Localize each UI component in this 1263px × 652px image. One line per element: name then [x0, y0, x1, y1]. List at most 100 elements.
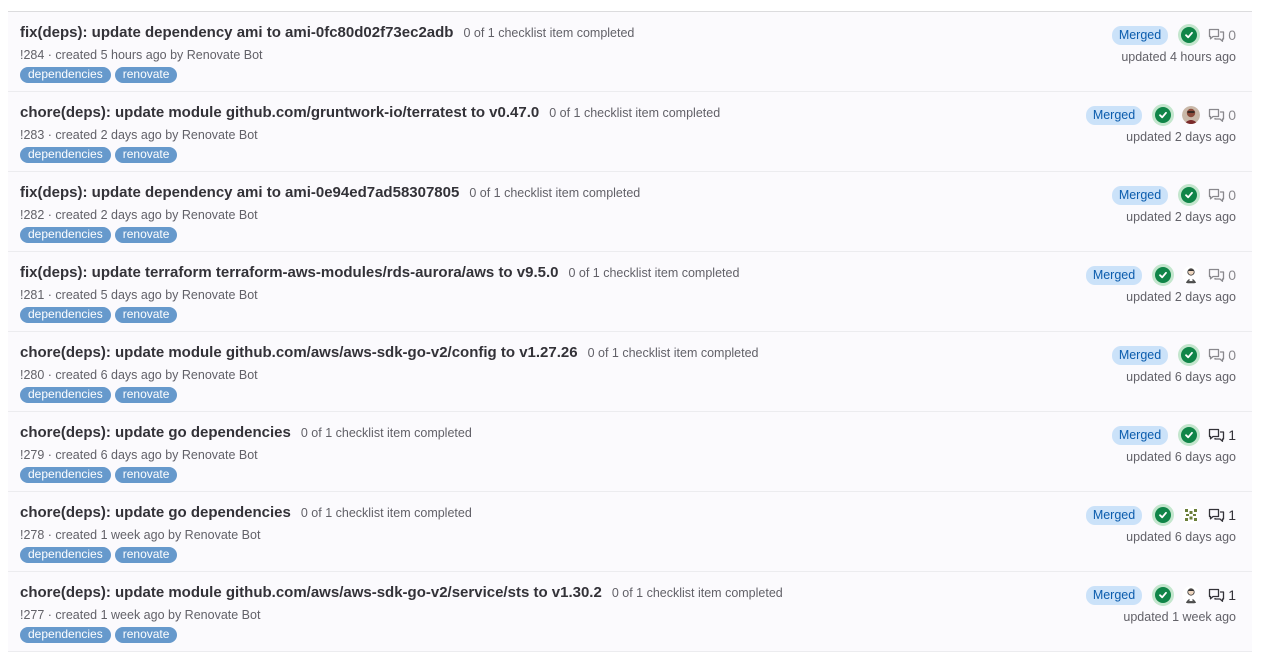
checklist-status: 0 of 1 checklist item completed: [568, 266, 740, 280]
label-renovate[interactable]: renovate: [114, 627, 178, 643]
merge-request-title-link[interactable]: chore(deps): update module github.com/aw…: [20, 584, 602, 601]
title-line: fix(deps): update dependency ami to ami-…: [20, 184, 640, 201]
label-renovate[interactable]: renovate: [114, 147, 178, 163]
label-renovate[interactable]: renovate: [114, 547, 178, 563]
label-dependencies[interactable]: dependencies: [20, 227, 111, 243]
title-line: chore(deps): update module github.com/aw…: [20, 344, 759, 361]
updated-time: updated 4 hours ago: [1121, 50, 1236, 64]
pipeline-passed-icon[interactable]: [1152, 584, 1175, 606]
comments-count-value: 1: [1228, 587, 1236, 603]
merge-request-row: fix(deps): update dependency ami to ami-…: [8, 12, 1252, 92]
comments-count-value: 0: [1228, 107, 1236, 123]
merge-request-title-link[interactable]: fix(deps): update dependency ami to ami-…: [20, 184, 459, 201]
updated-time: updated 6 days ago: [1126, 530, 1236, 544]
comments-count[interactable]: 1: [1208, 587, 1236, 603]
merge-request-title-link[interactable]: fix(deps): update terraform terraform-aw…: [20, 264, 558, 281]
comments-icon: [1208, 108, 1225, 123]
merge-request-list: fix(deps): update dependency ami to ami-…: [8, 11, 1252, 652]
label-dependencies[interactable]: dependencies: [20, 627, 111, 643]
title-line: chore(deps): update go dependencies 0 of …: [20, 424, 472, 441]
merged-status-badge: Merged: [1085, 265, 1143, 285]
merge-request-title-link[interactable]: chore(deps): update module github.com/gr…: [20, 104, 539, 121]
label-renovate[interactable]: renovate: [114, 467, 178, 483]
assignee-avatar[interactable]: [1182, 106, 1201, 124]
comments-icon: [1208, 268, 1225, 283]
updated-time: updated 2 days ago: [1126, 210, 1236, 224]
merge-request-meta: !283 · created 2 days ago by Renovate Bo…: [20, 128, 258, 142]
merge-request-row: chore(deps): update go dependencies 0 of …: [8, 492, 1252, 572]
merge-request-row: fix(deps): update dependency ami to ami-…: [8, 172, 1252, 252]
checklist-status: 0 of 1 checklist item completed: [300, 506, 472, 520]
label-dependencies[interactable]: dependencies: [20, 307, 111, 323]
updated-time: updated 6 days ago: [1126, 370, 1236, 384]
comments-count: 0: [1208, 107, 1236, 123]
comments-icon: [1208, 588, 1225, 603]
pipeline-passed-icon[interactable]: [1152, 504, 1175, 526]
checklist-status: 0 of 1 checklist item completed: [469, 186, 641, 200]
label-renovate[interactable]: renovate: [114, 387, 178, 403]
pipeline-passed-icon[interactable]: [1178, 424, 1201, 446]
merge-request-title-link[interactable]: chore(deps): update go dependencies: [20, 424, 291, 441]
merge-request-row: chore(deps): update module github.com/aw…: [8, 332, 1252, 412]
merged-status-badge: Merged: [1111, 185, 1169, 205]
merge-request-status-area: Merged 0: [1111, 24, 1236, 46]
label-dependencies[interactable]: dependencies: [20, 67, 111, 83]
assignee-avatar[interactable]: [1182, 266, 1201, 284]
comments-icon: [1208, 508, 1225, 523]
labels: dependencies renovate: [20, 467, 178, 483]
label-dependencies[interactable]: dependencies: [20, 467, 111, 483]
comments-count-value: 0: [1228, 187, 1236, 203]
pipeline-passed-icon[interactable]: [1178, 24, 1201, 46]
label-renovate[interactable]: renovate: [114, 67, 178, 83]
title-line: chore(deps): update go dependencies 0 of …: [20, 504, 472, 521]
updated-time: updated 2 days ago: [1126, 130, 1236, 144]
comments-count-value: 0: [1228, 267, 1236, 283]
comments-count: 0: [1208, 347, 1236, 363]
merge-request-title-link[interactable]: fix(deps): update dependency ami to ami-…: [20, 24, 453, 41]
merge-request-meta: !278 · created 1 week ago by Renovate Bo…: [20, 528, 261, 542]
merge-request-title-link[interactable]: chore(deps): update go dependencies: [20, 504, 291, 521]
label-dependencies[interactable]: dependencies: [20, 387, 111, 403]
labels: dependencies renovate: [20, 67, 178, 83]
merged-status-badge: Merged: [1111, 425, 1169, 445]
updated-time: updated 2 days ago: [1126, 290, 1236, 304]
title-line: chore(deps): update module github.com/aw…: [20, 584, 783, 601]
comments-count[interactable]: 1: [1208, 427, 1236, 443]
assignee-avatar[interactable]: [1182, 506, 1201, 524]
pipeline-passed-icon[interactable]: [1152, 104, 1175, 126]
comments-count-value: 1: [1228, 427, 1236, 443]
comments-count-value: 0: [1228, 347, 1236, 363]
labels: dependencies renovate: [20, 147, 178, 163]
checklist-status: 0 of 1 checklist item completed: [463, 26, 635, 40]
pipeline-passed-icon[interactable]: [1178, 344, 1201, 366]
checklist-status: 0 of 1 checklist item completed: [587, 346, 759, 360]
label-renovate[interactable]: renovate: [114, 307, 178, 323]
merge-request-meta: !284 · created 5 hours ago by Renovate B…: [20, 48, 263, 62]
checklist-status: 0 of 1 checklist item completed: [549, 106, 721, 120]
merged-status-badge: Merged: [1085, 105, 1143, 125]
merge-request-meta: !280 · created 6 days ago by Renovate Bo…: [20, 368, 258, 382]
merge-request-row: chore(deps): update go dependencies 0 of …: [8, 412, 1252, 492]
comments-icon: [1208, 28, 1225, 43]
assignee-avatar[interactable]: [1182, 586, 1201, 604]
label-dependencies[interactable]: dependencies: [20, 147, 111, 163]
pipeline-passed-icon[interactable]: [1178, 184, 1201, 206]
pipeline-passed-icon[interactable]: [1152, 264, 1175, 286]
merge-request-meta: !279 · created 6 days ago by Renovate Bo…: [20, 448, 258, 462]
merge-request-status-area: Merged 0: [1085, 264, 1236, 286]
comments-count[interactable]: 1: [1208, 507, 1236, 523]
label-renovate[interactable]: renovate: [114, 227, 178, 243]
checklist-status: 0 of 1 checklist item completed: [611, 586, 783, 600]
merged-status-badge: Merged: [1111, 25, 1169, 45]
comments-count: 0: [1208, 187, 1236, 203]
merge-request-row: chore(deps): update module github.com/gr…: [8, 92, 1252, 172]
merge-request-status-area: Merged 0: [1111, 184, 1236, 206]
merge-request-status-area: Merged 1: [1085, 584, 1236, 606]
label-dependencies[interactable]: dependencies: [20, 547, 111, 563]
merge-request-title-link[interactable]: chore(deps): update module github.com/aw…: [20, 344, 578, 361]
merge-request-row: chore(deps): update module github.com/aw…: [8, 572, 1252, 652]
merge-request-row: fix(deps): update terraform terraform-aw…: [8, 252, 1252, 332]
merge-request-meta: !277 · created 1 week ago by Renovate Bo…: [20, 608, 261, 622]
title-line: chore(deps): update module github.com/gr…: [20, 104, 720, 121]
labels: dependencies renovate: [20, 227, 178, 243]
